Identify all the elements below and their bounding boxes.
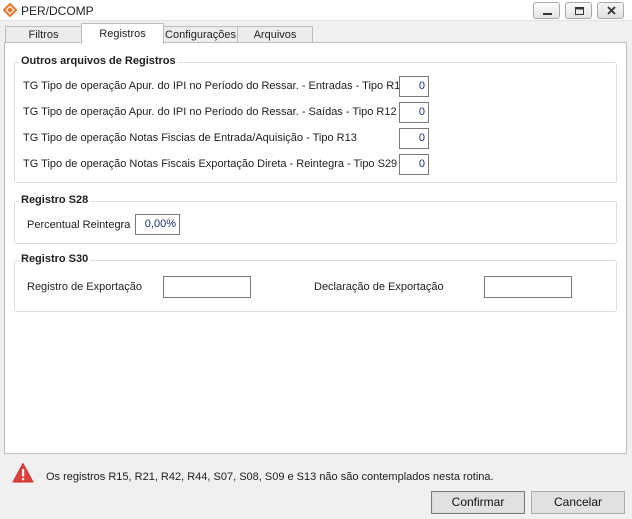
tab-strip: Filtros Registros Configurações Arquivos (4, 23, 624, 44)
close-button[interactable] (597, 2, 624, 19)
registro-exportacao-input[interactable] (163, 276, 251, 298)
row-label-r11: TG Tipo de operação Apur. do IPI no Perí… (23, 80, 406, 92)
confirmar-button[interactable]: Confirmar (431, 491, 525, 514)
close-icon (607, 6, 616, 15)
row-label-r13: TG Tipo de operação Notas Fiscias de Ent… (23, 132, 357, 144)
app-logo-icon (3, 3, 17, 17)
row-label-r12: TG Tipo de operação Apur. do IPI no Perí… (23, 106, 397, 118)
percentual-reintegra-input[interactable]: 0,00% (135, 214, 180, 235)
r12-input[interactable]: 0 (399, 102, 429, 123)
warning-message: Os registros R15, R21, R42, R44, S07, S0… (46, 471, 494, 483)
percentual-reintegra-label: Percentual Reintegra (27, 219, 131, 231)
r11-input[interactable]: 0 (399, 76, 429, 97)
registro-s28-title: Registro S28 (19, 194, 91, 206)
tab-registros[interactable]: Registros (81, 23, 164, 44)
r13-input[interactable]: 0 (399, 128, 429, 149)
s29-input[interactable]: 0 (399, 154, 429, 175)
registro-s30-title: Registro S30 (19, 253, 91, 265)
minimize-button[interactable] (533, 2, 560, 19)
declaracao-exportacao-input[interactable] (484, 276, 572, 298)
minimize-icon (543, 13, 552, 15)
outros-arquivos-title: Outros arquivos de Registros (19, 55, 178, 67)
title-bar: PER/DCOMP (0, 0, 632, 21)
warning-icon (12, 463, 34, 483)
registro-exportacao-label: Registro de Exportação (27, 281, 142, 293)
declaracao-exportacao-label: Declaração de Exportação (314, 281, 444, 293)
window-title: PER/DCOMP (21, 4, 94, 18)
row-label-s29: TG Tipo de operação Notas Fiscais Export… (23, 158, 398, 170)
maximize-button[interactable] (565, 2, 592, 19)
maximize-icon (575, 7, 584, 15)
registros-panel: Outros arquivos de Registros TG Tipo de … (4, 42, 627, 454)
cancelar-button[interactable]: Cancelar (531, 491, 625, 514)
